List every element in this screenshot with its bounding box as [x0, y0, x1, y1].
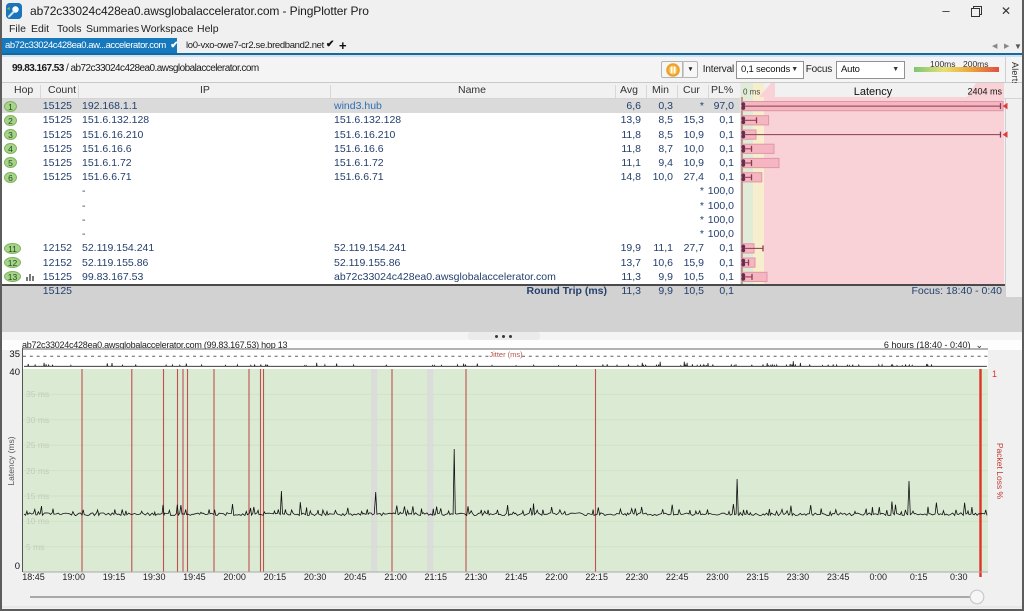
svg-text:20 ms: 20 ms [26, 466, 49, 476]
svg-text:22:00: 22:00 [545, 572, 568, 582]
svg-text:30 ms: 30 ms [26, 415, 49, 425]
svg-text:Packet Loss %: Packet Loss % [995, 443, 1005, 500]
svg-text:19:30: 19:30 [143, 572, 166, 582]
svg-text:21:45: 21:45 [505, 572, 528, 582]
svg-text:15 ms: 15 ms [26, 491, 49, 501]
svg-text:35: 35 [9, 349, 20, 360]
svg-text:Latency (ms): Latency (ms) [6, 436, 16, 485]
svg-text:22:45: 22:45 [666, 572, 689, 582]
svg-text:20:30: 20:30 [304, 572, 327, 582]
svg-text:21:30: 21:30 [465, 572, 488, 582]
svg-text:19:00: 19:00 [62, 572, 85, 582]
svg-text:35 ms: 35 ms [26, 389, 49, 399]
svg-text:22:30: 22:30 [626, 572, 649, 582]
svg-text:21:15: 21:15 [425, 572, 448, 582]
svg-text:1: 1 [992, 369, 997, 379]
svg-text:0:30: 0:30 [950, 572, 968, 582]
svg-text:18:45: 18:45 [22, 572, 45, 582]
svg-text:40: 40 [9, 367, 20, 378]
svg-text:20:15: 20:15 [264, 572, 287, 582]
svg-text:19:15: 19:15 [103, 572, 126, 582]
svg-text:20:00: 20:00 [223, 572, 246, 582]
svg-text:23:00: 23:00 [706, 572, 729, 582]
svg-text:23:15: 23:15 [746, 572, 769, 582]
svg-text:Jitter (ms): Jitter (ms) [489, 350, 523, 359]
svg-text:5 ms: 5 ms [26, 542, 44, 552]
svg-text:20:45: 20:45 [344, 572, 367, 582]
svg-text:0:00: 0:00 [870, 572, 888, 582]
svg-text:10 ms: 10 ms [26, 516, 49, 526]
svg-text:0:15: 0:15 [910, 572, 928, 582]
svg-text:0: 0 [15, 561, 20, 572]
svg-text:22:15: 22:15 [585, 572, 608, 582]
svg-text:19:45: 19:45 [183, 572, 206, 582]
svg-text:25 ms: 25 ms [26, 440, 49, 450]
svg-text:21:00: 21:00 [384, 572, 407, 582]
svg-text:23:30: 23:30 [787, 572, 810, 582]
svg-text:23:45: 23:45 [827, 572, 850, 582]
